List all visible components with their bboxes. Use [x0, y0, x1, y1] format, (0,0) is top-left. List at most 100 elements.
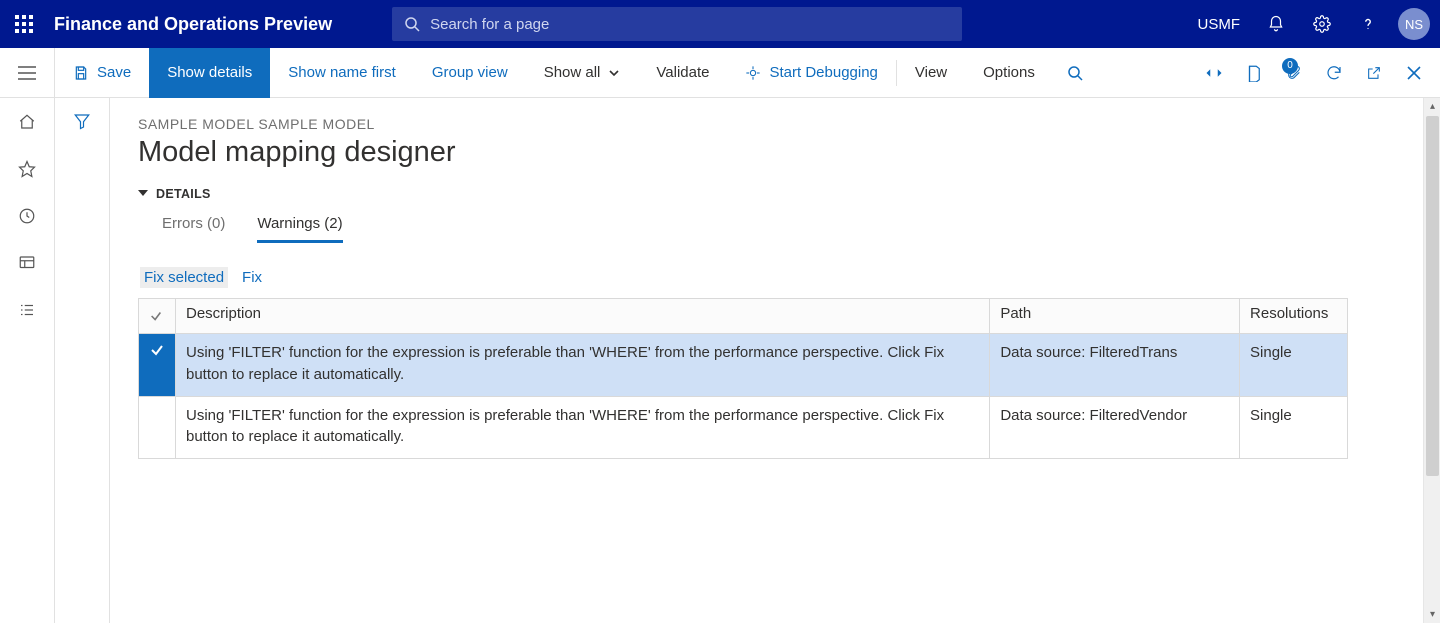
- nav-workspaces[interactable]: [0, 239, 55, 286]
- funnel-icon: [73, 112, 91, 130]
- office-addins-button[interactable]: [1234, 48, 1274, 98]
- view-menu[interactable]: View: [897, 48, 965, 98]
- fix-selected-link[interactable]: Fix selected: [140, 267, 228, 288]
- navbar-right-cluster: USMF NS: [1186, 0, 1431, 48]
- user-avatar[interactable]: NS: [1398, 8, 1430, 40]
- help-icon: [1359, 15, 1377, 33]
- hamburger-icon: [18, 66, 36, 80]
- bell-icon: [1267, 15, 1285, 33]
- help-button[interactable]: [1346, 0, 1390, 48]
- tab-warnings[interactable]: Warnings (2): [257, 215, 342, 243]
- popout-icon: [1366, 65, 1382, 81]
- group-view-button[interactable]: Group view: [414, 48, 526, 98]
- row-select-checkbox[interactable]: [139, 396, 176, 459]
- office-icon: [1246, 64, 1262, 82]
- options-label: Options: [983, 64, 1035, 81]
- details-tabs: Errors (0) Warnings (2): [138, 215, 1440, 243]
- nav-favorites[interactable]: [0, 145, 55, 192]
- gear-icon: [1313, 15, 1331, 33]
- cell-path: Data source: FilteredTrans: [990, 334, 1240, 397]
- page-content: SAMPLE MODEL SAMPLE MODEL Model mapping …: [110, 98, 1440, 623]
- notifications-button[interactable]: [1254, 0, 1298, 48]
- details-section-label: DETAILS: [156, 187, 211, 201]
- nav-modules[interactable]: [0, 286, 55, 333]
- grid-header-row: Description Path Resolutions: [139, 299, 1348, 334]
- scroll-down-arrow[interactable]: ▾: [1424, 606, 1440, 623]
- show-name-first-button[interactable]: Show name first: [270, 48, 414, 98]
- refresh-button[interactable]: [1314, 48, 1354, 98]
- waffle-icon: [15, 15, 33, 33]
- breadcrumb: SAMPLE MODEL SAMPLE MODEL: [138, 116, 1440, 132]
- popout-button[interactable]: [1354, 48, 1394, 98]
- select-all-header[interactable]: [139, 299, 176, 334]
- clock-icon: [18, 207, 36, 225]
- avatar-initials: NS: [1405, 17, 1423, 32]
- settings-button[interactable]: [1300, 0, 1344, 48]
- warnings-grid: Description Path Resolutions: [138, 298, 1348, 459]
- connector-icon: [1205, 66, 1223, 80]
- workspace-icon: [18, 254, 36, 272]
- tab-errors[interactable]: Errors (0): [162, 215, 225, 243]
- company-code[interactable]: USMF: [1186, 16, 1253, 33]
- checkmark-icon: [149, 342, 165, 358]
- cell-description: Using 'FILTER' function for the expressi…: [176, 396, 990, 459]
- debug-icon: [745, 65, 761, 81]
- global-search[interactable]: Search for a page: [392, 7, 962, 41]
- find-button[interactable]: [1053, 48, 1097, 98]
- close-button[interactable]: [1394, 48, 1434, 98]
- start-debugging-button[interactable]: Start Debugging: [727, 48, 895, 98]
- vertical-scrollbar[interactable]: ▴ ▾: [1423, 98, 1440, 623]
- show-details-label: Show details: [167, 64, 252, 81]
- details-section-toggle[interactable]: DETAILS: [138, 187, 1440, 201]
- col-resolutions[interactable]: Resolutions: [1240, 299, 1348, 334]
- save-button[interactable]: Save: [55, 48, 149, 98]
- attachments-button[interactable]: 0: [1274, 48, 1314, 98]
- refresh-icon: [1325, 64, 1343, 82]
- star-icon: [18, 160, 36, 178]
- global-navbar: Finance and Operations Preview Search fo…: [0, 0, 1440, 48]
- cell-path: Data source: FilteredVendor: [990, 396, 1240, 459]
- start-debugging-label: Start Debugging: [769, 64, 877, 81]
- checkmark-icon: [149, 309, 163, 323]
- col-description[interactable]: Description: [176, 299, 990, 334]
- home-icon: [18, 113, 36, 131]
- validate-label: Validate: [656, 64, 709, 81]
- options-menu[interactable]: Options: [965, 48, 1053, 98]
- grid-toolbar: Fix selected Fix: [138, 269, 1348, 298]
- validate-button[interactable]: Validate: [638, 48, 727, 98]
- save-icon: [73, 65, 89, 81]
- show-name-first-label: Show name first: [288, 64, 396, 81]
- app-launcher-button[interactable]: [0, 0, 48, 48]
- scroll-up-arrow[interactable]: ▴: [1424, 98, 1440, 115]
- caret-down-icon: [138, 190, 148, 196]
- action-bar: Save Show details Show name first Group …: [55, 48, 1440, 98]
- filter-rail: [55, 98, 110, 623]
- nav-recent[interactable]: [0, 192, 55, 239]
- search-icon: [404, 16, 420, 32]
- cell-resolutions: Single: [1240, 334, 1348, 397]
- show-all-label: Show all: [544, 64, 601, 81]
- page-title: Model mapping designer: [138, 136, 1440, 169]
- filter-button[interactable]: [73, 112, 91, 623]
- fix-link[interactable]: Fix: [242, 269, 262, 286]
- col-path[interactable]: Path: [990, 299, 1240, 334]
- group-view-label: Group view: [432, 64, 508, 81]
- connector-button[interactable]: [1194, 48, 1234, 98]
- grid-row[interactable]: Using 'FILTER' function for the expressi…: [139, 396, 1348, 459]
- search-icon: [1067, 65, 1083, 81]
- show-details-button[interactable]: Show details: [149, 48, 270, 98]
- close-icon: [1407, 66, 1421, 80]
- show-all-dropdown[interactable]: Show all: [526, 48, 639, 98]
- app-title: Finance and Operations Preview: [54, 14, 332, 35]
- chevron-down-icon: [608, 67, 620, 79]
- expand-nav-button[interactable]: [0, 48, 55, 98]
- attachment-count-badge: 0: [1282, 58, 1298, 74]
- view-label: View: [915, 64, 947, 81]
- cell-description: Using 'FILTER' function for the expressi…: [176, 334, 990, 397]
- scroll-thumb[interactable]: [1426, 116, 1439, 476]
- row-select-checkbox[interactable]: [139, 334, 176, 397]
- search-placeholder: Search for a page: [430, 16, 549, 33]
- nav-home[interactable]: [0, 98, 55, 145]
- left-nav-rail: [0, 48, 55, 623]
- grid-row[interactable]: Using 'FILTER' function for the expressi…: [139, 334, 1348, 397]
